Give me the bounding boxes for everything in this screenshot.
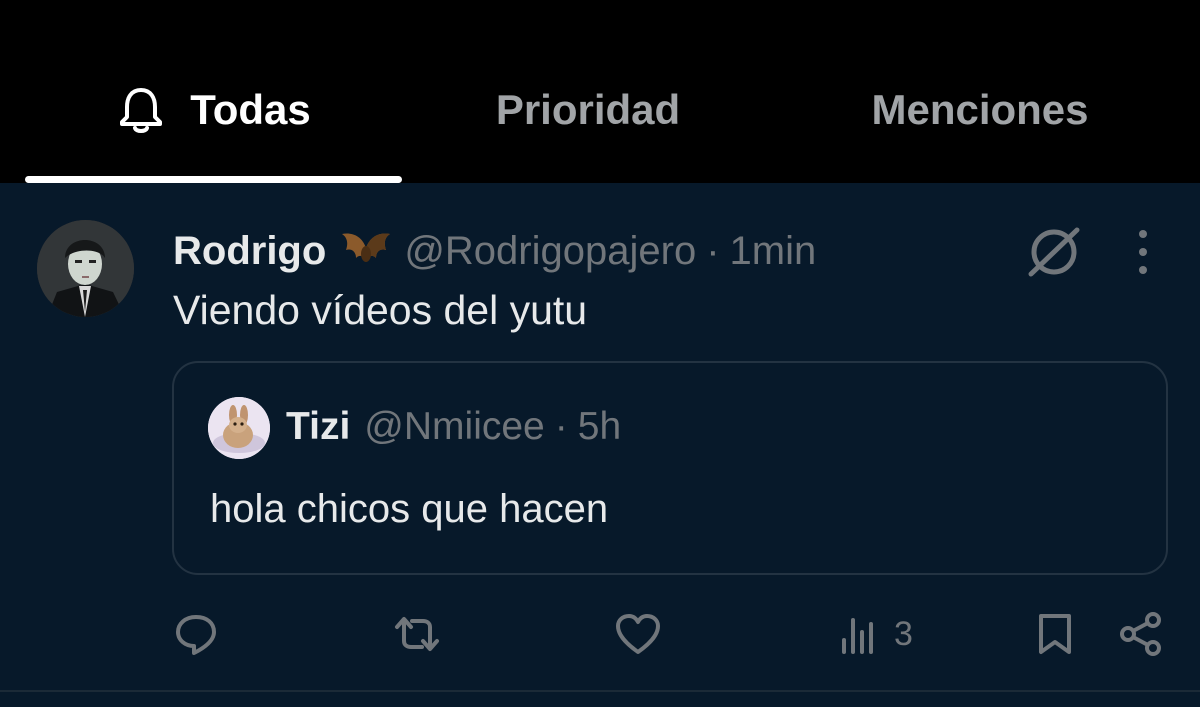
reply-icon <box>176 615 216 655</box>
tab-label: Todas <box>190 86 311 133</box>
avatar-image <box>208 397 270 459</box>
post[interactable]: Rodrigo @Rodrigopajero · 1min Viendo víd… <box>0 183 1200 690</box>
quoted-post-text: hola chicos que hacen <box>210 487 609 531</box>
repost-icon <box>395 617 439 651</box>
quoted-post[interactable]: Tizi @Nmiicee · 5h hola chicos que hacen <box>172 361 1168 575</box>
author-name[interactable]: Rodrigo <box>173 229 326 274</box>
post-header: Rodrigo @Rodrigopajero · 1min <box>173 221 816 281</box>
notifications-page: Todas Prioridad Menciones Rodrigo @Rodri… <box>0 0 1200 707</box>
quoted-post-timestamp: 5h <box>577 405 622 448</box>
next-post-edge <box>0 692 1200 707</box>
views-button[interactable]: 3 <box>840 610 913 658</box>
post-timestamp[interactable]: 1min <box>730 229 817 274</box>
repost-button[interactable] <box>392 610 442 658</box>
like-button[interactable] <box>614 610 662 658</box>
analytics-icon <box>842 618 873 654</box>
bookmark-icon <box>1039 614 1071 654</box>
separator-dot: · <box>554 405 568 448</box>
quoted-author-name: Tizi <box>286 405 351 448</box>
quoted-author-handle: @Nmiicee <box>364 405 545 448</box>
post-text: Viendo vídeos del yutu <box>173 287 588 333</box>
share-button[interactable] <box>1119 610 1163 658</box>
tab-label: Menciones <box>871 86 1089 133</box>
tab-label: Prioridad <box>495 86 681 133</box>
heart-icon <box>616 614 660 654</box>
grok-icon[interactable] <box>1025 226 1083 278</box>
share-icon <box>1120 612 1161 656</box>
author-avatar[interactable] <box>37 220 134 317</box>
author-handle[interactable]: @Rodrigopajero <box>404 229 696 274</box>
separator-dot: · <box>706 228 720 273</box>
quoted-post-header: Tizi @Nmiicee · 5h <box>286 399 621 455</box>
notifications-tab-bar: Todas Prioridad Menciones <box>0 0 1200 183</box>
quoted-author-avatar[interactable] <box>208 397 270 459</box>
tab-todas[interactable]: Todas <box>25 80 402 140</box>
more-options-icon[interactable] <box>1125 227 1161 277</box>
reply-button[interactable] <box>173 610 219 658</box>
active-tab-indicator <box>25 176 402 183</box>
avatar-image <box>37 220 134 317</box>
bat-emoji-icon <box>342 233 391 262</box>
views-count: 3 <box>894 614 913 653</box>
bell-icon <box>120 88 163 133</box>
tab-menciones[interactable]: Menciones <box>820 80 1140 140</box>
bookmark-button[interactable] <box>1035 610 1075 658</box>
tab-prioridad[interactable]: Prioridad <box>440 80 736 140</box>
